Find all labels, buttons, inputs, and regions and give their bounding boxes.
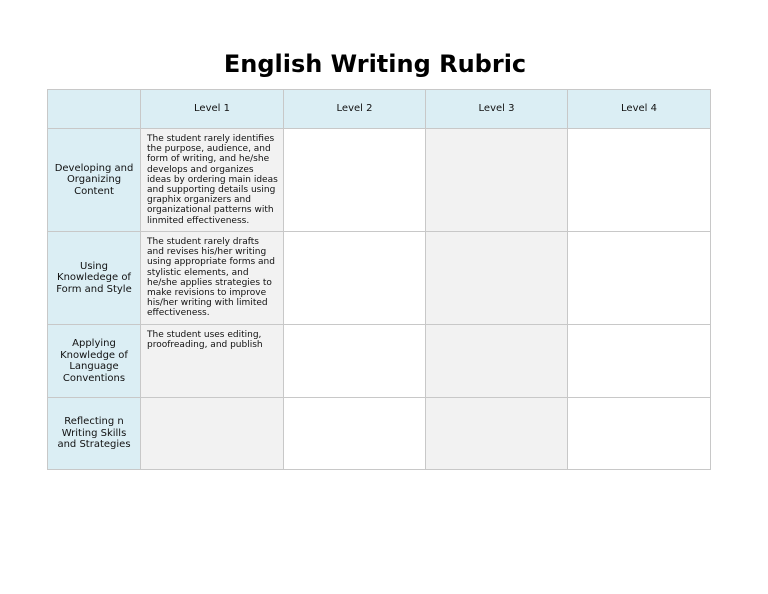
rubric-table: Level 1 Level 2 Level 3 Level 4 Developi… <box>47 89 711 470</box>
header-level-2: Level 2 <box>283 89 426 129</box>
table-row: Developing and Organizing Content The st… <box>47 128 711 232</box>
level-4-cell <box>567 128 711 232</box>
level-2-cell <box>283 128 426 232</box>
level-1-cell: The student rarely drafts and revises hi… <box>140 231 284 325</box>
level-2-cell <box>283 324 426 398</box>
criterion-cell: Developing and Organizing Content <box>47 128 141 232</box>
header-level-1: Level 1 <box>140 89 284 129</box>
criterion-cell: Using Knowledege of Form and Style <box>47 231 141 325</box>
criterion-cell: Applying Knowledge of Language Conventio… <box>47 324 141 398</box>
level-1-cell: The student rarely identifies the purpos… <box>140 128 284 232</box>
criterion-cell: Reflecting n Writing Skills and Strategi… <box>47 397 141 470</box>
table-row: Reflecting n Writing Skills and Strategi… <box>47 397 711 470</box>
level-1-cell <box>140 397 284 470</box>
table-row: Using Knowledege of Form and Style The s… <box>47 231 711 325</box>
table-row: Applying Knowledge of Language Conventio… <box>47 324 711 398</box>
page-title: English Writing Rubric <box>223 50 527 78</box>
level-2-cell <box>283 397 426 470</box>
level-2-cell <box>283 231 426 325</box>
header-level-4: Level 4 <box>567 89 711 129</box>
level-3-cell <box>425 128 568 232</box>
level-3-cell <box>425 324 568 398</box>
level-4-cell <box>567 397 711 470</box>
header-row: Level 1 Level 2 Level 3 Level 4 <box>47 89 711 129</box>
header-level-3: Level 3 <box>425 89 568 129</box>
level-4-cell <box>567 231 711 325</box>
header-cell-empty <box>47 89 141 129</box>
level-3-cell <box>425 231 568 325</box>
level-3-cell <box>425 397 568 470</box>
level-1-cell: The student uses editing, proofreading, … <box>140 324 284 398</box>
level-4-cell <box>567 324 711 398</box>
